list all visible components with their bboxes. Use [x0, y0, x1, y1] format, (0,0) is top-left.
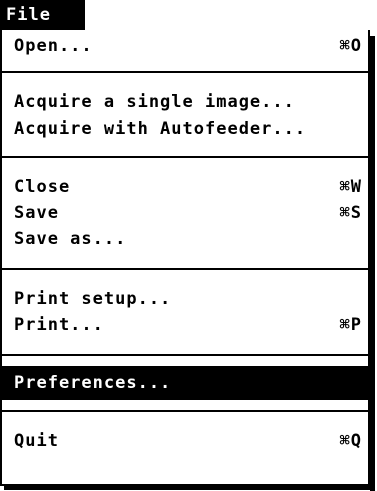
menu-item-label: Save as...	[14, 229, 127, 249]
menu-item-shortcut: ⌘O	[339, 36, 362, 56]
menu-separator	[2, 354, 368, 356]
menu-item-preferences[interactable]: Preferences...	[2, 366, 368, 400]
menu-separator	[2, 268, 368, 270]
menu-item-print[interactable]: Print... ⌘P	[2, 310, 368, 340]
menu-item-shortcut: ⌘P	[339, 315, 362, 335]
menu-item-label: Acquire a single image...	[14, 92, 295, 112]
menu-item-save-as[interactable]: Save as...	[2, 224, 368, 254]
menu-item-acquire-autofeeder[interactable]: Acquire with Autofeeder...	[2, 114, 368, 144]
menu-item-label: Acquire with Autofeeder...	[14, 119, 307, 139]
menu-item-acquire-single-image[interactable]: Acquire a single image...	[2, 87, 368, 117]
menu-separator	[2, 410, 368, 412]
menu-item-label: Quit	[14, 431, 59, 451]
menu-separator	[2, 156, 368, 158]
menu-item-label: Print...	[14, 315, 104, 335]
menu-item-label: Preferences...	[14, 373, 172, 393]
menu-drop-shadow	[370, 36, 375, 491]
menu-drop-shadow	[4, 486, 375, 490]
menu-item-open[interactable]: Open... ⌘O	[2, 31, 368, 61]
menu-item-shortcut: ⌘Q	[339, 431, 362, 451]
menu-title-file[interactable]: File	[0, 0, 85, 30]
menu-separator	[2, 71, 368, 73]
menu-item-quit[interactable]: Quit ⌘Q	[2, 426, 368, 456]
file-menu-dropdown: Open... ⌘O Acquire a single image... Acq…	[0, 30, 370, 486]
menu-item-label: Open...	[14, 36, 93, 56]
